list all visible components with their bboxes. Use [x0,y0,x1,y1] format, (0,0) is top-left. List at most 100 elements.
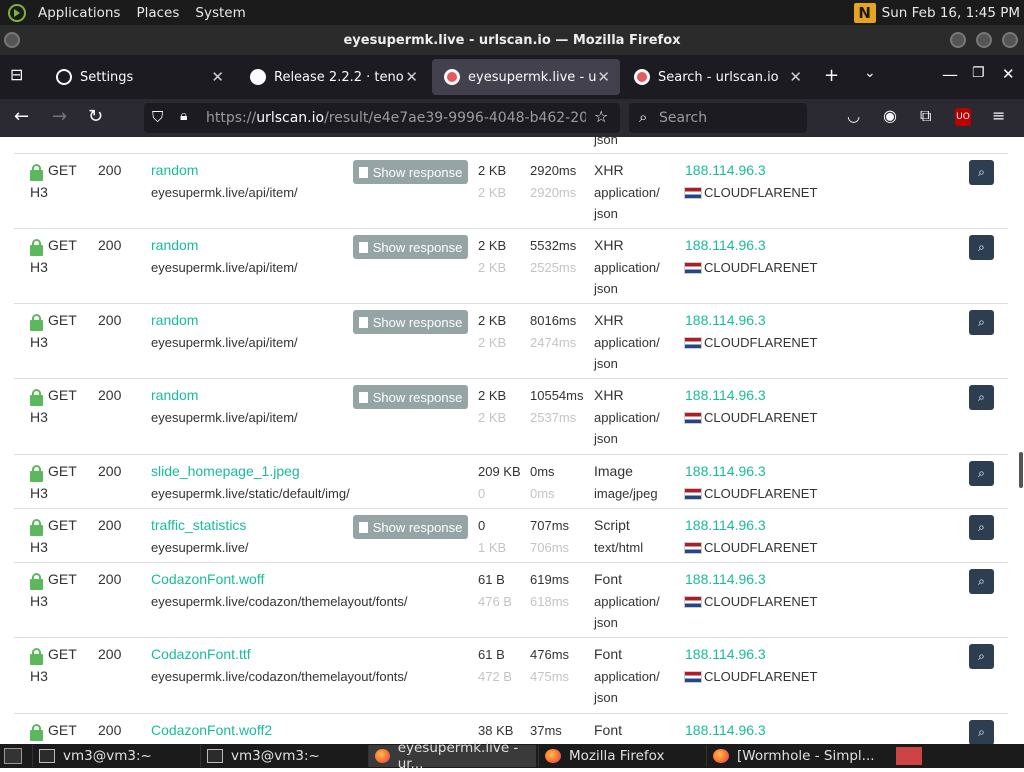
asn-name[interactable]: CLOUDFLARENET [704,335,817,350]
details-button[interactable]: ⌕ [969,235,994,260]
applications-menu[interactable]: Applications [30,5,128,21]
ip-address-link[interactable]: 188.114.96.3 [685,461,766,482]
details-button[interactable]: ⌕ [969,461,994,486]
method: GET [48,463,77,479]
search-icon: ⌕ [639,108,648,126]
show-response-button[interactable]: Show response [353,160,468,184]
ublock-icon[interactable]: UO [955,108,971,126]
ip-address-link[interactable]: 188.114.96.3 [685,720,766,741]
ip-address-link[interactable]: 188.114.96.3 [685,385,766,406]
ip-address-link[interactable]: 188.114.96.3 [685,515,766,536]
ip-address-link[interactable]: 188.114.96.3 [685,569,766,590]
taskbar-item-wormhole[interactable]: [Wormhole - Simpl... [706,745,890,767]
firefox-icon [375,749,390,763]
show-response-button[interactable]: Show response [353,515,468,539]
extensions-icon[interactable]: ⧉ [920,106,931,126]
details-button[interactable]: ⌕ [969,310,994,335]
close-tab-icon[interactable]: ✕ [789,68,802,86]
details-button[interactable]: ⌕ [969,160,994,185]
bookmark-star-icon[interactable]: ☆ [594,107,608,126]
asn-name[interactable]: CLOUDFLARENET [704,594,817,609]
taskbar-item-terminal-2[interactable]: vm3@vm3:~ [200,745,366,767]
new-tab-icon[interactable]: + [824,65,839,86]
resource-link[interactable]: traffic_statistics [151,515,246,536]
system-logo-icon[interactable] [8,3,26,22]
close-icon[interactable]: ✕ [1002,65,1015,83]
tab-search-urlscan[interactable]: Search - urlscan.io ✕ [622,59,812,95]
asn-name[interactable]: CLOUDFLARENET [704,410,817,425]
resource-link[interactable]: random [151,310,198,331]
details-button[interactable]: ⌕ [969,385,994,410]
places-menu[interactable]: Places [128,5,187,21]
document-icon [358,166,368,178]
ip-address-link[interactable]: 188.114.96.3 [685,235,766,256]
document-icon [358,521,368,533]
taskbar-item-firefox-urlscan[interactable]: eyesupermk.live - ur... [368,740,536,772]
close-tab-icon[interactable]: ✕ [405,68,418,86]
scrollbar-thumb[interactable] [1019,452,1023,488]
all-tabs-icon[interactable]: ⊟ [10,65,23,84]
protocol: H3 [30,259,48,275]
minimize-window-icon[interactable] [950,32,966,48]
back-icon[interactable]: ← [14,106,29,127]
system-menu[interactable]: System [187,5,253,21]
show-desktop-icon[interactable] [4,748,22,764]
tab-github-release[interactable]: Release 2.2.2 · tenox7/ ✕ [238,59,428,95]
asn-name[interactable]: CLOUDFLARENET [704,540,817,555]
ip-address-link[interactable]: 188.114.96.3 [685,310,766,331]
netherlands-flag-icon [684,596,702,608]
tray-app-icon[interactable]: N [853,2,876,23]
details-button[interactable]: ⌕ [969,644,994,669]
pocket-icon[interactable]: ◡ [847,107,860,125]
resource-link[interactable]: CodazonFont.ttf [151,644,251,665]
lock-icon[interactable]: 🔒︎ [180,108,187,124]
account-icon[interactable]: ◉ [883,106,897,125]
resource-link[interactable]: CodazonFont.woff2 [151,720,272,741]
restore-icon[interactable]: ❐ [972,65,985,81]
firefox-launcher-icon[interactable] [896,747,922,765]
list-tabs-icon[interactable]: ⌄ [864,65,876,81]
close-window-icon[interactable] [1002,32,1018,48]
minimize-icon[interactable]: — [942,65,958,84]
method: GET [48,646,77,662]
url-text[interactable]: https://urlscan.io/result/e4e7ae39-9996-… [206,110,586,126]
close-tab-icon[interactable]: ✕ [211,68,224,86]
asn-name[interactable]: CLOUDFLARENET [704,260,817,275]
close-tab-icon[interactable]: ✕ [597,68,610,86]
reload-icon[interactable]: ↻ [88,106,103,127]
ip-address-link[interactable]: 188.114.96.3 [685,644,766,665]
magnifier-icon: ⌕ [978,466,985,480]
resource-link[interactable]: slide_homepage_1.jpeg [151,461,300,482]
show-response-button[interactable]: Show response [353,310,468,334]
details-button[interactable]: ⌕ [969,515,994,540]
ip-address-link[interactable]: 188.114.96.3 [685,160,766,181]
url-bar[interactable]: ⛉ 🔒︎ https://urlscan.io/result/e4e7ae39-… [144,103,620,133]
asn-name[interactable]: CLOUDFLARENET [704,486,817,501]
resource-path: eyesupermk.live/codazon/themelayout/font… [151,594,408,609]
details-button[interactable]: ⌕ [969,720,994,744]
asn-name[interactable]: CLOUDFLARENET [704,185,817,200]
mime-type: application/ json [594,335,660,371]
total-time: 5532ms [530,238,577,253]
total-time: 619ms [530,572,570,587]
search-input[interactable]: ⌕ Search [629,103,807,133]
show-response-button[interactable]: Show response [353,235,468,259]
tab-settings[interactable]: Settings ✕ [44,59,234,95]
github-icon [250,69,266,85]
asn-name[interactable]: CLOUDFLARENET [704,669,817,684]
window-menu-icon[interactable] [4,32,20,48]
resource-link[interactable]: random [151,235,198,256]
forward-icon[interactable]: → [52,106,67,127]
shield-icon[interactable]: ⛉ [152,108,163,126]
resource-link[interactable]: CodazonFont.woff [151,569,264,590]
details-button[interactable]: ⌕ [969,569,994,594]
show-response-button[interactable]: Show response [353,385,468,409]
taskbar-item-firefox[interactable]: Mozilla Firefox [538,745,704,767]
clock[interactable]: Sun Feb 16, 1:45 PM [882,5,1020,21]
taskbar-item-terminal-1[interactable]: vm3@vm3:~ [32,745,198,767]
menu-icon[interactable]: ≡ [992,106,1005,125]
resource-link[interactable]: random [151,385,198,406]
maximize-window-icon[interactable] [976,32,992,48]
tab-eyesupermk-urlscan[interactable]: eyesupermk.live - urls ✕ [432,59,620,95]
resource-link[interactable]: random [151,160,198,181]
